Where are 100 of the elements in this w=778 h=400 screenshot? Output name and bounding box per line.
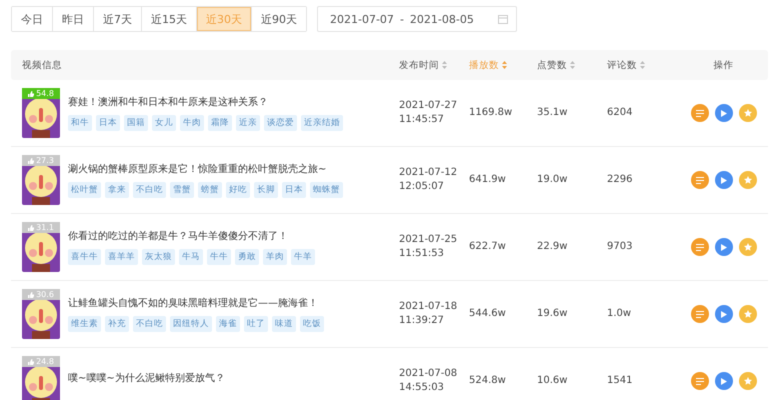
publish-time: 11:39:27 <box>399 314 445 328</box>
sort-icon[interactable] <box>442 61 447 69</box>
details-button[interactable] <box>690 171 708 189</box>
thumb-up-icon <box>28 158 34 164</box>
play-button[interactable] <box>714 372 732 390</box>
video-title[interactable]: 赛娃！澳洲和牛和日本和牛原来是这种关系？ <box>68 95 343 109</box>
sort-icon[interactable] <box>570 61 575 69</box>
star-icon <box>744 176 752 184</box>
play-icon <box>720 310 726 318</box>
details-button[interactable] <box>690 104 708 122</box>
video-title[interactable]: 噗~噗噗~为什么泥鳅特别爱放气？ <box>68 371 225 385</box>
tag[interactable]: 女儿 <box>152 115 176 131</box>
tag[interactable]: 长脚 <box>254 182 278 198</box>
video-title[interactable]: 涮火锅的蟹棒原型原来是它！惊险重重的松叶蟹脱壳之旅~ <box>68 162 343 176</box>
date-range-field[interactable]: 2021-07-07 - 2021-08-05 <box>317 6 517 32</box>
tag[interactable]: 因纽特人 <box>170 316 212 332</box>
like-count: 22.9w <box>537 240 568 254</box>
comment-count: 9703 <box>607 240 634 254</box>
play-icon <box>720 378 726 384</box>
tag[interactable]: 味道 <box>272 316 296 332</box>
play-button[interactable] <box>714 238 732 256</box>
details-button[interactable] <box>690 372 708 390</box>
tag[interactable]: 不白吃 <box>133 182 166 198</box>
favorite-button[interactable] <box>738 372 756 390</box>
details-button[interactable] <box>690 238 708 256</box>
favorite-button[interactable] <box>738 104 756 122</box>
thumb-up-icon <box>28 224 34 230</box>
tag[interactable]: 海雀 <box>216 316 240 332</box>
tag[interactable]: 日本 <box>282 182 306 198</box>
tag[interactable]: 维生素 <box>68 316 101 332</box>
tag[interactable]: 牛肉 <box>180 115 204 131</box>
tag[interactable]: 和牛 <box>68 115 92 131</box>
tag[interactable]: 勇敢 <box>235 249 259 265</box>
thumb-up-icon <box>28 292 34 298</box>
range-tab[interactable]: 近30天 <box>197 7 252 31</box>
favorite-button[interactable] <box>738 171 756 189</box>
tag[interactable]: 拿来 <box>105 182 129 198</box>
tag[interactable]: 螃蟹 <box>198 182 222 198</box>
tag[interactable]: 羊肉 <box>263 249 287 265</box>
tag[interactable]: 喜羊羊 <box>105 249 138 265</box>
publish-date: 2021-07-12 <box>399 166 458 180</box>
video-title[interactable]: 让鲱鱼罐头自愧不如的臭味黑暗料理就是它——腌海雀！ <box>68 296 324 310</box>
tag[interactable]: 牛羊 <box>291 249 315 265</box>
tag[interactable]: 灰太狼 <box>142 249 175 265</box>
column-header[interactable]: 发布时间 <box>399 58 439 72</box>
tag[interactable]: 雪蟹 <box>170 182 194 198</box>
publish-date: 2021-07-18 <box>399 300 458 314</box>
tag[interactable]: 日本 <box>96 115 120 131</box>
thumb-up-icon <box>28 90 34 96</box>
list-icon <box>696 378 704 384</box>
publish-date: 2021-07-08 <box>399 367 458 381</box>
column-header[interactable]: 播放数 <box>469 58 499 72</box>
tag[interactable]: 喜牛牛 <box>68 249 101 265</box>
star-icon <box>744 109 752 117</box>
comment-count: 6204 <box>607 106 634 120</box>
tag[interactable]: 谈恋爱 <box>264 115 297 131</box>
column-header: 操作 <box>714 58 734 72</box>
star-icon <box>744 243 752 251</box>
like-count: 35.1w <box>537 106 568 120</box>
list-icon <box>696 310 704 318</box>
list-icon <box>696 176 704 184</box>
tag[interactable]: 吐了 <box>244 316 268 332</box>
publish-date: 2021-07-27 <box>399 99 458 113</box>
column-header[interactable]: 点赞数 <box>537 58 567 72</box>
column-header[interactable]: 评论数 <box>607 58 637 72</box>
like-count: 19.6w <box>537 307 568 321</box>
tag[interactable]: 牛牛 <box>207 249 231 265</box>
tag[interactable]: 补充 <box>105 316 129 332</box>
sort-icon[interactable] <box>502 61 507 69</box>
play-button[interactable] <box>714 104 732 122</box>
range-tab[interactable]: 今日 <box>12 7 53 31</box>
tag[interactable]: 国籍 <box>124 115 148 131</box>
details-button[interactable] <box>690 305 708 323</box>
favorite-button[interactable] <box>738 238 756 256</box>
tag[interactable]: 蜘蛛蟹 <box>310 182 343 198</box>
tag[interactable]: 吃饭 <box>300 316 324 332</box>
play-count: 1169.8w <box>469 106 514 120</box>
video-title[interactable]: 你看过的吃过的羊都是牛？马牛羊傻傻分不清了！ <box>68 229 315 243</box>
list-icon <box>696 110 704 116</box>
list-icon <box>696 244 704 250</box>
tag[interactable]: 松叶蟹 <box>68 182 101 198</box>
score-badge: 54.8 <box>22 88 60 99</box>
thumb-up-icon <box>28 358 34 364</box>
sort-icon[interactable] <box>640 61 645 69</box>
tag[interactable]: 近亲 <box>236 115 260 131</box>
tag[interactable]: 牛马 <box>179 249 203 265</box>
publish-date: 2021-07-25 <box>399 233 458 247</box>
publish-time: 12:05:07 <box>399 180 445 194</box>
play-icon <box>720 176 726 184</box>
tag[interactable]: 好吃 <box>226 182 250 198</box>
tag[interactable]: 近亲结婚 <box>301 115 343 131</box>
play-count: 622.7w <box>469 240 507 254</box>
favorite-button[interactable] <box>738 305 756 323</box>
tag[interactable]: 不白吃 <box>133 316 166 332</box>
tag[interactable]: 霜降 <box>208 115 232 131</box>
publish-time: 14:55:03 <box>399 381 445 395</box>
play-button[interactable] <box>714 305 732 323</box>
column-header: 视频信息 <box>22 58 62 72</box>
play-button[interactable] <box>714 171 732 189</box>
play-count: 524.8w <box>469 374 507 388</box>
